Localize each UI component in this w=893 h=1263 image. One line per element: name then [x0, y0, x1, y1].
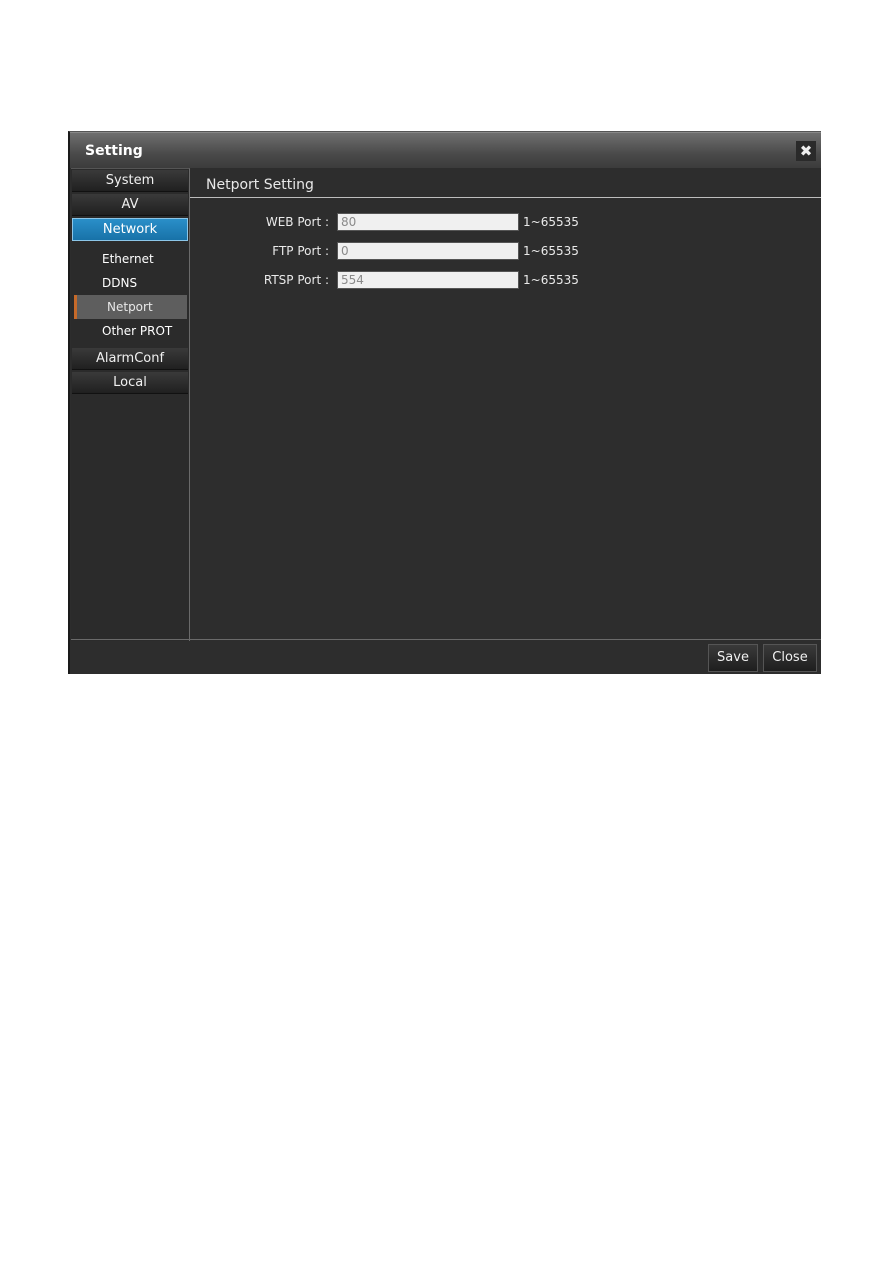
save-button[interactable]: Save: [708, 644, 758, 672]
rtsp-port-range: 1~65535: [523, 273, 579, 287]
setting-dialog: Setting ✖ System AV Network Ethernet DDN…: [68, 131, 821, 674]
sidebar-subitem-ethernet[interactable]: Ethernet: [71, 247, 189, 271]
footer-divider: [71, 639, 821, 640]
dialog-title: Setting: [85, 143, 143, 159]
rtsp-port-input[interactable]: [337, 271, 519, 289]
sidebar-subitem-other-prot[interactable]: Other PROT: [71, 319, 189, 343]
ftp-port-row: FTP Port : 1~65535: [190, 242, 821, 262]
sidebar-item-local[interactable]: Local: [72, 372, 188, 394]
sidebar-subitem-netport[interactable]: Netport: [74, 295, 187, 319]
web-port-range: 1~65535: [523, 215, 579, 229]
main-panel: Netport Setting WEB Port : 1~65535 FTP P…: [190, 168, 821, 640]
sidebar-item-alarmconf[interactable]: AlarmConf: [72, 348, 188, 370]
ftp-port-label: FTP Port :: [272, 244, 329, 258]
web-port-input[interactable]: [337, 213, 519, 231]
close-icon[interactable]: ✖: [796, 141, 816, 161]
sidebar-subitem-ddns[interactable]: DDNS: [71, 271, 189, 295]
web-port-label: WEB Port :: [265, 215, 329, 229]
section-title: Netport Setting: [206, 177, 314, 193]
title-bar: Setting ✖: [70, 132, 821, 168]
ftp-port-input[interactable]: [337, 242, 519, 260]
sidebar: System AV Network Ethernet DDNS Netport …: [71, 168, 190, 641]
rtsp-port-row: RTSP Port : 1~65535: [190, 271, 821, 291]
section-divider: [190, 197, 821, 198]
web-port-row: WEB Port : 1~65535: [190, 213, 821, 233]
sidebar-item-network[interactable]: Network: [72, 218, 188, 241]
ftp-port-range: 1~65535: [523, 244, 579, 258]
close-button[interactable]: Close: [763, 644, 817, 672]
rtsp-port-label: RTSP Port :: [263, 273, 329, 287]
sidebar-item-av[interactable]: AV: [72, 194, 188, 216]
sidebar-item-system[interactable]: System: [72, 170, 188, 192]
